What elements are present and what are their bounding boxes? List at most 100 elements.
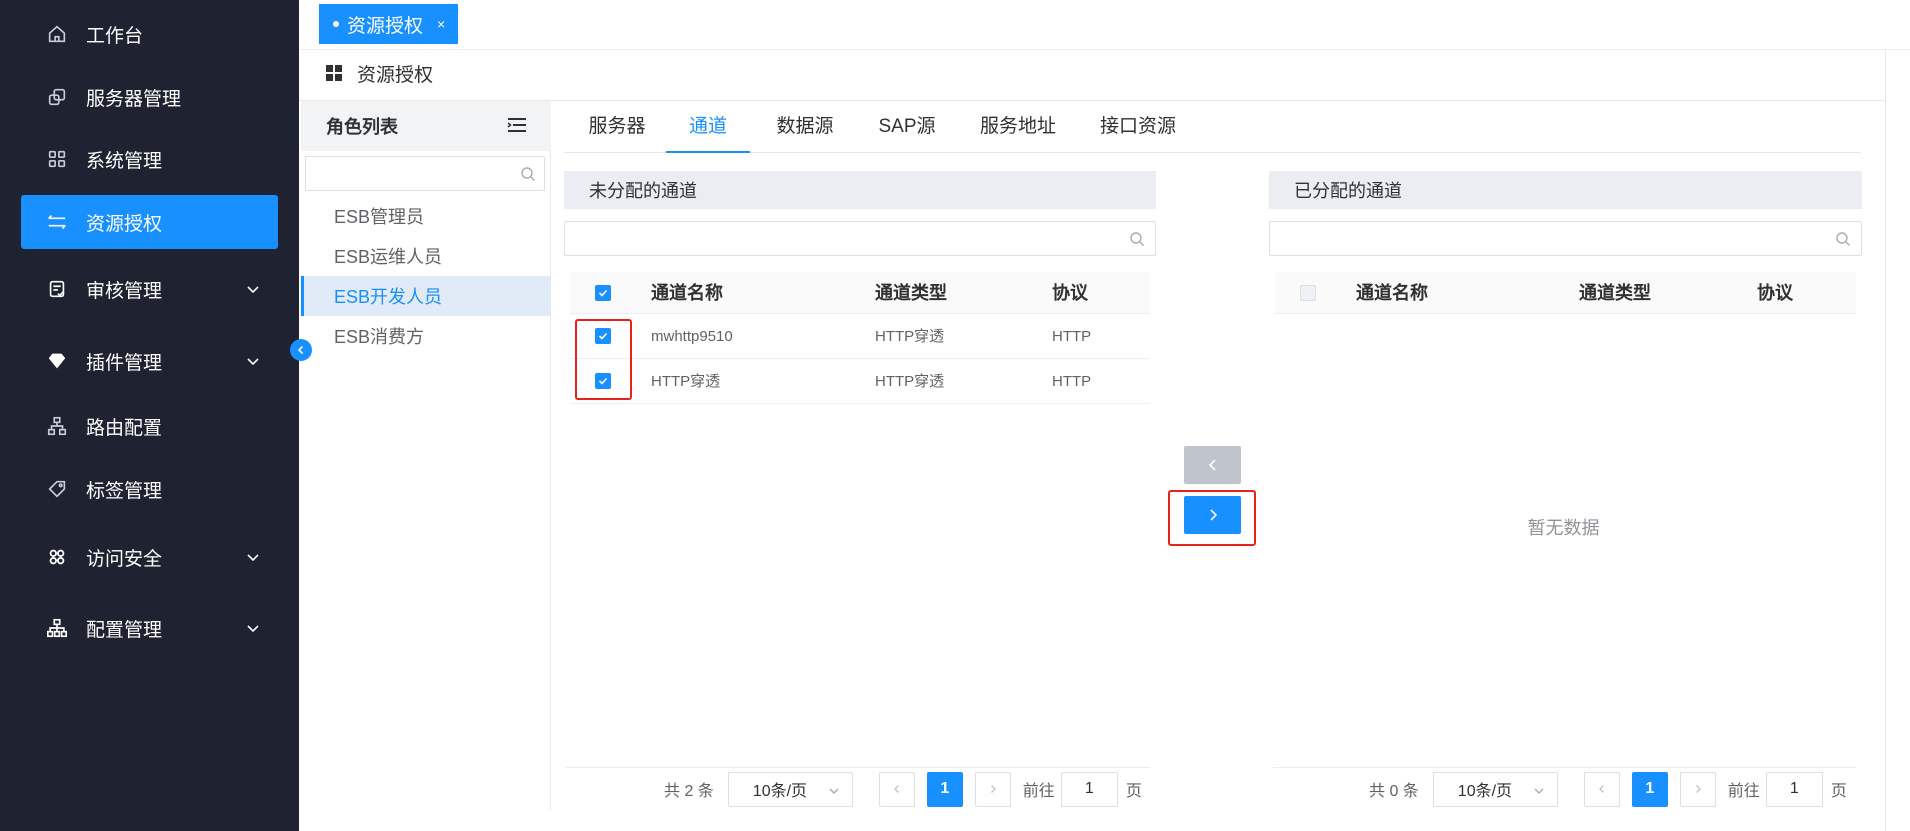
chevron-left-icon — [893, 785, 899, 793]
tab-service-addresses[interactable]: 服务地址 — [979, 101, 1057, 153]
page-number-current[interactable]: 1 — [1631, 771, 1668, 807]
table-row[interactable]: mwhttp9510 HTTP穿透 HTTP — [570, 314, 1150, 359]
sidebar-item-label: 路由配置 — [86, 417, 163, 439]
chevron-down-icon — [247, 286, 259, 294]
assigned-pagination: 共 0 条 10条/页 1 前往 1 页 — [1369, 771, 1847, 807]
unassigned-table-header: 通道名称 通道类型 协议 — [570, 272, 1150, 314]
next-page-button[interactable] — [1679, 771, 1716, 807]
column-header-name: 通道名称 — [1356, 283, 1428, 303]
goto-label: 前往 — [1727, 783, 1760, 800]
sidebar-item-config-management[interactable]: 配置管理 — [21, 601, 278, 655]
cell-type: HTTP穿透 — [875, 373, 945, 390]
divider — [1273, 767, 1856, 768]
role-item-selected[interactable]: ESB开发人员 — [301, 276, 551, 316]
sidebar-item-label: 系统管理 — [86, 150, 163, 172]
role-item[interactable]: ESB消费方 — [301, 316, 551, 356]
cell-type: HTTP穿透 — [875, 328, 945, 345]
assigned-panel-title: 已分配的通道 — [1269, 171, 1862, 209]
goto-label: 前往 — [1022, 783, 1055, 800]
cell-protocol: HTTP — [1052, 373, 1092, 390]
page-size-select[interactable]: 10条/页 — [727, 771, 853, 807]
goto-page-input[interactable]: 1 — [1060, 771, 1118, 807]
sidebar-item-label: 配置管理 — [86, 619, 163, 641]
active-dot-icon — [333, 21, 339, 27]
page-number-current[interactable]: 1 — [926, 771, 963, 807]
chevron-left-icon — [297, 345, 304, 355]
assigned-table-header: 通道名称 通道类型 协议 — [1275, 272, 1856, 314]
role-list-header: 角色列表 — [301, 101, 551, 151]
role-item[interactable]: ESB管理员 — [301, 196, 551, 236]
sidebar-collapse-button[interactable] — [290, 339, 312, 361]
sidebar-item-tag-management[interactable]: 标签管理 — [21, 462, 278, 516]
check-icon — [598, 289, 608, 297]
gem-icon — [46, 350, 68, 372]
sidebar-item-label: 工作台 — [86, 25, 144, 47]
tag-resource-authorization[interactable]: 资源授权 × — [319, 4, 458, 44]
security-icon — [46, 546, 68, 568]
page-header: 资源授权 — [326, 58, 433, 88]
pagination-total: 共 0 条 — [1369, 783, 1419, 800]
active-tab-indicator — [666, 151, 750, 153]
resource-tabs: 服务器 通道 数据源 SAP源 服务地址 接口资源 — [564, 101, 1861, 153]
tab-servers[interactable]: 服务器 — [588, 101, 646, 153]
tab-channels[interactable]: 通道 — [666, 101, 750, 153]
sidebar-item-audit-management[interactable]: 审核管理 — [21, 262, 278, 316]
tab-sap-sources[interactable]: SAP源 — [877, 101, 937, 153]
unassigned-panel-title: 未分配的通道 — [564, 171, 1156, 209]
sidebar-item-server-management[interactable]: 服务器管理 — [21, 70, 278, 124]
page-size-value: 10条/页 — [752, 783, 808, 800]
role-list-title: 角色列表 — [326, 117, 398, 137]
sidebar-item-route-config[interactable]: 路由配置 — [21, 399, 278, 453]
cell-name: mwhttp9510 — [651, 328, 733, 345]
pagination-total: 共 2 条 — [664, 783, 714, 800]
page-size-value: 10条/页 — [1457, 783, 1513, 800]
column-header-type: 通道类型 — [875, 283, 947, 303]
close-icon[interactable]: × — [437, 16, 445, 32]
role-item[interactable]: ESB运维人员 — [301, 236, 551, 276]
home-icon — [46, 23, 68, 45]
table-row[interactable]: HTTP穿透 HTTP穿透 HTTP — [570, 359, 1150, 404]
chevron-left-icon — [1208, 459, 1216, 471]
prev-page-button[interactable] — [878, 771, 915, 807]
grid-icon — [326, 65, 342, 81]
next-page-button[interactable] — [974, 771, 1011, 807]
divider — [566, 767, 1150, 768]
highlight-box — [1168, 490, 1256, 546]
chevron-down-icon — [829, 788, 839, 794]
role-list-panel: 角色列表 ESB管理员 ESB运维人员 ESB开发人员 ESB消费方 — [301, 101, 551, 810]
apps-icon — [46, 148, 68, 170]
move-left-button[interactable] — [1184, 446, 1241, 484]
search-icon — [521, 167, 535, 181]
unassigned-search-input[interactable] — [564, 221, 1156, 256]
hierarchy-icon — [46, 617, 68, 639]
column-header-protocol: 协议 — [1757, 283, 1793, 303]
column-header-name: 通道名称 — [651, 283, 723, 303]
prev-page-button[interactable] — [1583, 771, 1620, 807]
transfer-icon — [46, 211, 68, 233]
select-all-checkbox[interactable] — [1300, 285, 1316, 301]
tab-interface-resources[interactable]: 接口资源 — [1100, 101, 1176, 153]
column-header-protocol: 协议 — [1052, 283, 1088, 303]
chevron-right-icon — [990, 785, 996, 793]
sidebar-item-workbench[interactable]: 工作台 — [21, 7, 278, 61]
tab-datasources[interactable]: 数据源 — [776, 101, 834, 153]
chevron-down-icon — [247, 625, 259, 633]
search-icon — [1836, 232, 1850, 246]
role-search-input[interactable] — [305, 156, 545, 191]
sidebar-item-system-management[interactable]: 系统管理 — [21, 132, 278, 186]
audit-icon — [46, 278, 68, 300]
sidebar-item-resource-authorization[interactable]: 资源授权 — [21, 195, 278, 249]
select-all-checkbox[interactable] — [595, 285, 611, 301]
sidebar-item-access-security[interactable]: 访问安全 — [21, 530, 278, 584]
unassigned-pagination: 共 2 条 10条/页 1 前往 1 页 — [664, 771, 1142, 807]
chevron-down-icon — [1534, 788, 1544, 794]
assigned-search-input[interactable] — [1269, 221, 1862, 256]
chevron-down-icon — [247, 554, 259, 562]
menu-icon[interactable] — [507, 117, 527, 133]
column-header-type: 通道类型 — [1579, 283, 1651, 303]
goto-page-input[interactable]: 1 — [1765, 771, 1823, 807]
page-unit-label: 页 — [1125, 783, 1142, 800]
sidebar-item-plugin-management[interactable]: 插件管理 — [21, 334, 278, 388]
page-size-select[interactable]: 10条/页 — [1432, 771, 1558, 807]
chevron-down-icon — [247, 358, 259, 366]
